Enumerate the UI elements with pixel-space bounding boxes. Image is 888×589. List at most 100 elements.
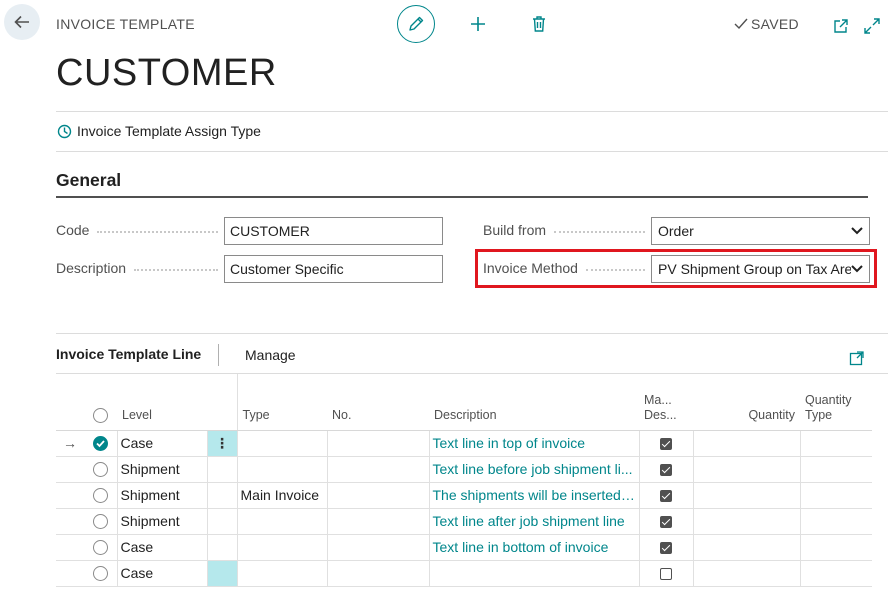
col-quantity[interactable]: Quantity	[693, 374, 800, 431]
cell-mandatory[interactable]	[639, 534, 694, 561]
cell-level[interactable]: Shipment	[117, 456, 208, 483]
cell-quantity[interactable]	[693, 482, 801, 509]
cell-quantity-type[interactable]	[800, 508, 872, 535]
cell-description[interactable]: Text line before job shipment li...	[429, 456, 640, 483]
col-quantity-type[interactable]: Quantity Type	[800, 374, 872, 431]
cell-quantity-type[interactable]	[800, 560, 872, 587]
col-level[interactable]: Level	[117, 374, 207, 431]
cell-no[interactable]	[327, 560, 430, 587]
cell-level[interactable]: Case	[117, 560, 208, 587]
row-menu-cell[interactable]	[207, 560, 238, 587]
cell-type[interactable]	[237, 508, 328, 535]
cell-mandatory[interactable]	[639, 456, 694, 483]
row-select-radio[interactable]	[84, 534, 118, 561]
manage-menu[interactable]: Manage	[245, 347, 296, 363]
row-select-radio[interactable]	[84, 482, 118, 509]
delete-button[interactable]	[527, 12, 551, 36]
radio-icon	[92, 540, 108, 556]
table-row[interactable]: → Case ⋮ Text line in top of invoice	[56, 430, 872, 457]
expand-button[interactable]	[860, 14, 884, 38]
assign-type-action[interactable]: Invoice Template Assign Type	[57, 123, 261, 139]
cell-type[interactable]: Main Invoice	[237, 482, 328, 509]
radio-icon	[93, 407, 108, 423]
row-select-radio[interactable]	[84, 508, 118, 535]
cell-type[interactable]	[237, 534, 328, 561]
checkbox-icon[interactable]	[660, 568, 672, 581]
cell-type[interactable]	[237, 430, 328, 457]
row-select-radio[interactable]	[84, 430, 118, 457]
cell-quantity[interactable]	[693, 534, 801, 561]
header-arrow	[56, 374, 84, 431]
cell-level[interactable]: Case	[117, 534, 208, 561]
row-select-radio[interactable]	[84, 560, 118, 587]
select-all-radio[interactable]	[84, 374, 117, 431]
checkbox-icon[interactable]	[660, 464, 672, 477]
cell-quantity[interactable]	[693, 560, 801, 587]
cell-level[interactable]: Shipment	[117, 482, 208, 509]
table-row[interactable]: Shipment Text line after job shipment lin…	[56, 508, 872, 535]
row-menu-cell[interactable]	[207, 456, 238, 483]
cell-description[interactable]: Text line after job shipment line	[429, 508, 640, 535]
edit-button[interactable]	[397, 5, 435, 43]
back-button[interactable]	[4, 4, 40, 40]
cell-quantity[interactable]	[693, 430, 801, 457]
row-menu-cell[interactable]	[207, 482, 238, 509]
cell-no[interactable]	[327, 482, 430, 509]
row-menu-cell[interactable]: ⋮	[207, 430, 238, 457]
cell-no[interactable]	[327, 534, 430, 561]
cell-description[interactable]: Text line in top of invoice	[429, 430, 640, 457]
chevron-down-icon	[851, 227, 863, 235]
col-mandatory[interactable]: Ma... Des...	[639, 374, 693, 431]
row-menu-cell[interactable]	[207, 534, 238, 561]
cell-description[interactable]	[429, 560, 640, 587]
table-row[interactable]: Shipment Text line before job shipment li…	[56, 456, 872, 483]
cell-quantity-type[interactable]	[800, 534, 872, 561]
col-mandatory-line1: Ma...	[644, 392, 672, 407]
checkbox-icon[interactable]	[660, 516, 672, 529]
code-field[interactable]: CUSTOMER	[224, 217, 443, 245]
checkbox-icon[interactable]	[660, 490, 672, 503]
cell-no[interactable]	[327, 508, 430, 535]
cell-quantity-type[interactable]	[800, 456, 872, 483]
cell-mandatory[interactable]	[639, 430, 694, 457]
cell-mandatory[interactable]	[639, 482, 694, 509]
cell-level[interactable]: Case	[117, 430, 208, 457]
row-indicator	[56, 560, 84, 587]
cell-type[interactable]	[237, 560, 328, 587]
radio-icon	[92, 462, 108, 478]
build-from-label-text: Build from	[483, 222, 547, 238]
col-type[interactable]: Type	[236, 374, 327, 431]
new-button[interactable]	[466, 12, 490, 36]
checkbox-icon[interactable]	[660, 438, 672, 451]
cell-no[interactable]	[327, 430, 430, 457]
cell-quantity-type[interactable]	[800, 430, 872, 457]
row-menu-cell[interactable]	[207, 508, 238, 535]
col-quantity-type-line1: Quantity	[805, 392, 852, 407]
cell-mandatory[interactable]	[639, 508, 694, 535]
lines-popout-button[interactable]	[845, 346, 869, 370]
open-new-window-button[interactable]	[829, 14, 853, 38]
cell-quantity-type[interactable]	[800, 482, 872, 509]
col-quantity-type-line2: Type	[805, 407, 833, 422]
build-from-select[interactable]: Order	[651, 217, 870, 245]
table-row[interactable]: Case Text line in bottom of invoice	[56, 534, 872, 561]
cell-description[interactable]: The shipments will be inserted ...	[429, 482, 640, 509]
checkbox-icon[interactable]	[660, 542, 672, 555]
row-select-radio[interactable]	[84, 456, 118, 483]
cell-quantity[interactable]	[693, 456, 801, 483]
cell-quantity[interactable]	[693, 508, 801, 535]
cell-description[interactable]: Text line in bottom of invoice	[429, 534, 640, 561]
description-field[interactable]: Customer Specific	[224, 255, 443, 283]
cell-no[interactable]	[327, 456, 430, 483]
cell-level[interactable]: Shipment	[117, 508, 208, 535]
cell-mandatory[interactable]	[639, 560, 694, 587]
lines-part-title[interactable]: Invoice Template Line	[56, 346, 201, 362]
col-no[interactable]: No.	[327, 374, 429, 431]
more-options-icon[interactable]: ⋮	[215, 435, 229, 451]
table-row[interactable]: Case	[56, 560, 872, 587]
build-from-label: Build from	[483, 222, 651, 238]
table-row[interactable]: Shipment Main Invoice The shipments will b…	[56, 482, 872, 509]
section-title-general[interactable]: General	[56, 170, 121, 191]
cell-type[interactable]	[237, 456, 328, 483]
col-description[interactable]: Description	[429, 374, 639, 431]
